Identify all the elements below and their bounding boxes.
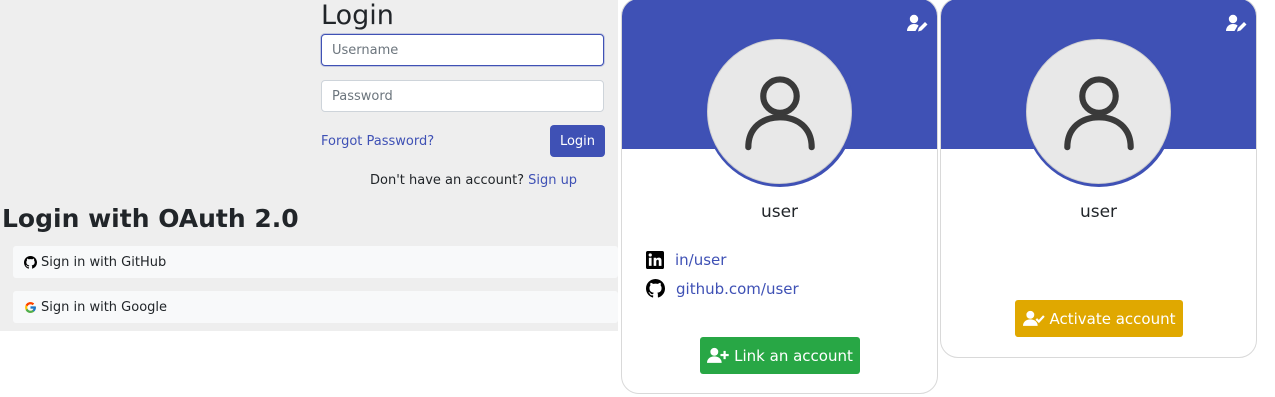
linkedin-link[interactable]: in/user bbox=[675, 251, 726, 269]
github-icon bbox=[24, 255, 37, 269]
username-label: user bbox=[760, 202, 799, 222]
oauth-title: Login with OAuth 2.0 bbox=[2, 204, 299, 233]
activate-account-button[interactable]: Activate account bbox=[1015, 300, 1183, 337]
link-account-button[interactable]: Link an account bbox=[700, 337, 860, 374]
activate-account-label: Activate account bbox=[1049, 309, 1176, 328]
person-icon bbox=[1063, 75, 1134, 150]
person-icon bbox=[744, 75, 815, 150]
password-input[interactable] bbox=[321, 80, 604, 112]
profile-card-linked: user in/user github.com/user Link an acc… bbox=[621, 0, 938, 394]
link-account-label: Link an account bbox=[734, 346, 853, 365]
linkedin-row: in/user bbox=[646, 251, 726, 269]
google-signin-button[interactable]: Sign in with Google bbox=[13, 291, 618, 323]
github-profile-icon bbox=[646, 279, 665, 298]
login-button[interactable]: Login bbox=[550, 125, 605, 157]
signup-link[interactable]: Sign up bbox=[528, 173, 577, 188]
user-edit-icon[interactable] bbox=[906, 13, 928, 33]
username-input[interactable] bbox=[321, 34, 604, 66]
user-check-icon bbox=[1022, 310, 1045, 327]
github-link[interactable]: github.com/user bbox=[676, 280, 799, 298]
github-signin-label: Sign in with GitHub bbox=[41, 254, 167, 270]
github-signin-button[interactable]: Sign in with GitHub bbox=[13, 246, 618, 278]
linkedin-icon bbox=[646, 251, 664, 269]
avatar-placeholder bbox=[1026, 39, 1171, 184]
signup-prompt: Don't have an account? Sign up bbox=[370, 173, 577, 188]
avatar bbox=[1024, 37, 1174, 187]
user-edit-icon[interactable] bbox=[1225, 13, 1247, 33]
user-plus-icon bbox=[707, 347, 729, 364]
google-signin-label: Sign in with Google bbox=[41, 299, 168, 315]
profile-card-inactive: user Activate account bbox=[940, 0, 1257, 358]
username-label: user bbox=[1079, 202, 1118, 222]
forgot-password-link[interactable]: Forgot Password? bbox=[321, 134, 434, 149]
google-icon bbox=[24, 301, 37, 314]
github-row: github.com/user bbox=[646, 279, 799, 298]
avatar-placeholder bbox=[707, 39, 852, 184]
login-title: Login bbox=[321, 0, 394, 31]
avatar bbox=[705, 37, 855, 187]
no-account-text: Don't have an account? bbox=[370, 173, 525, 188]
